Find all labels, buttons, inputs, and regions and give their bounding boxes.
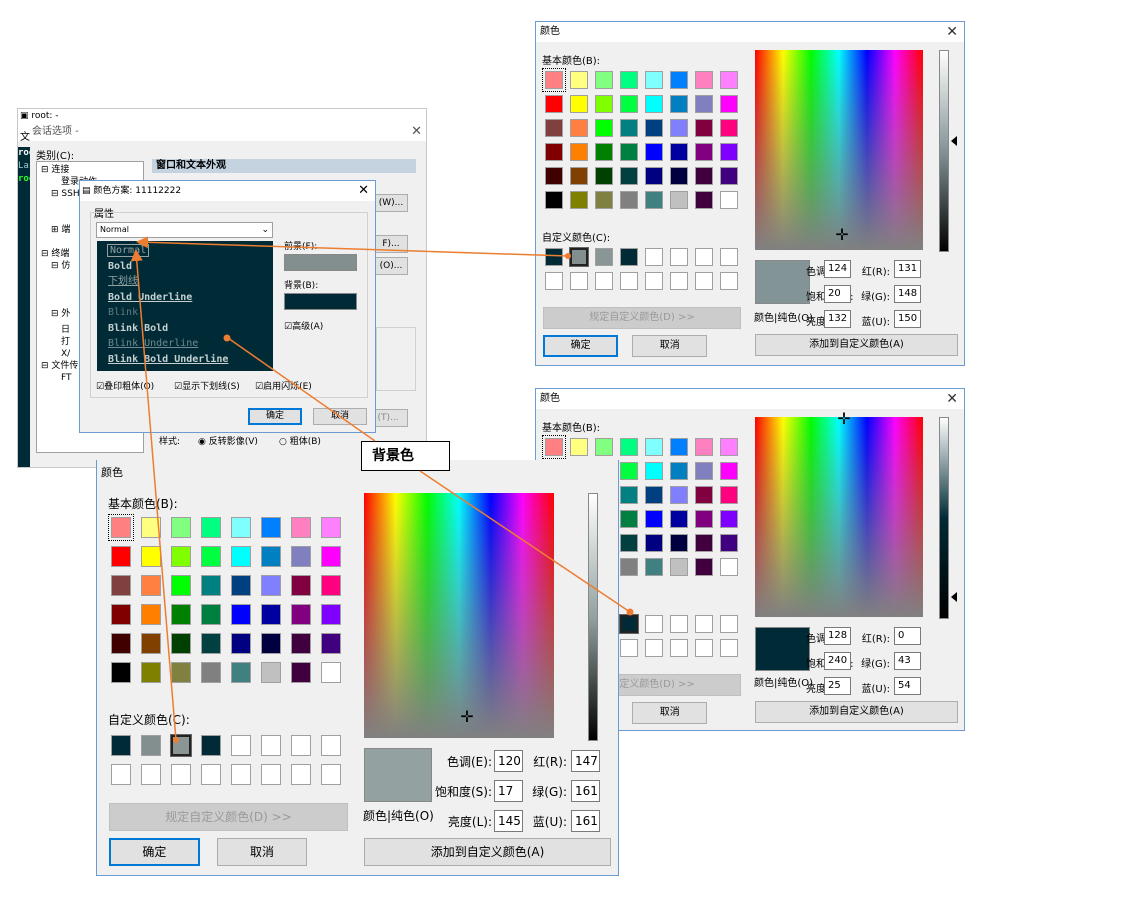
arrow-preview-to-callout xyxy=(227,337,376,442)
arrow-dot-preview xyxy=(223,334,231,342)
arrow-dot-large xyxy=(173,737,179,743)
arrow-fg-swatch-to-preview xyxy=(130,249,177,741)
connector-arrows xyxy=(130,236,634,743)
arrow-dot-normal xyxy=(565,253,571,259)
arrow-dot-custom xyxy=(626,608,634,616)
arrow-callout-to-custom xyxy=(419,470,631,613)
arrow-normal-to-fg-dialog xyxy=(136,236,569,257)
